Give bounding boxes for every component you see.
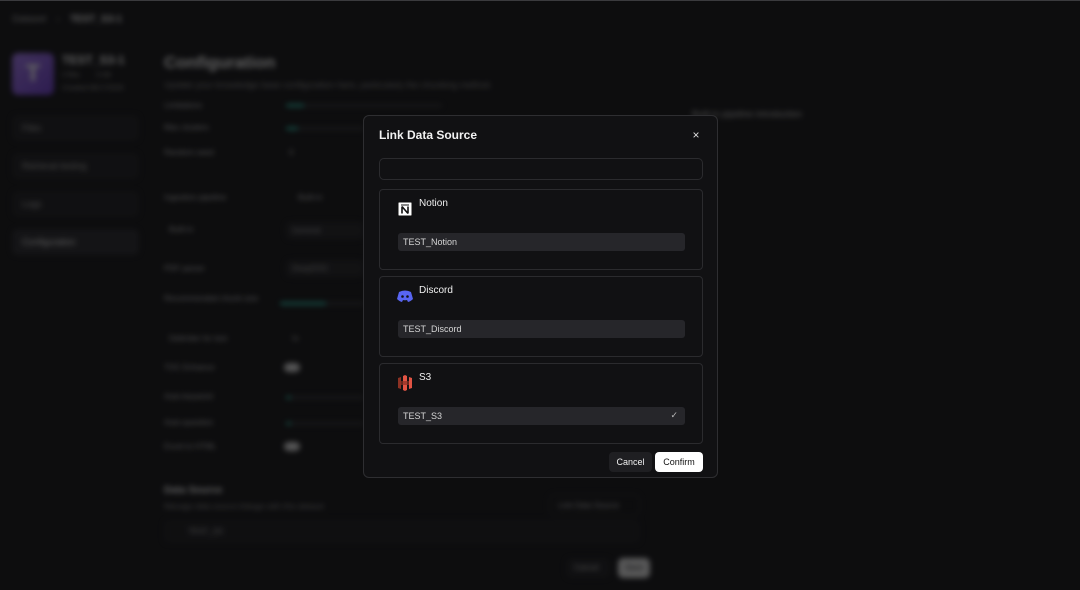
source-name-discord: Discord	[419, 285, 453, 296]
source-value-s3-text: TEST_S3	[403, 411, 443, 421]
search-input[interactable]	[379, 158, 703, 180]
source-name-notion: Notion	[419, 198, 448, 209]
source-value-s3[interactable]: TEST_S3 ✓	[398, 407, 685, 425]
source-name-s3: S3	[419, 372, 432, 383]
link-data-source-dialog: Link Data Source × Notion TEST_Notion Di…	[363, 115, 718, 478]
cancel-button[interactable]: Cancel	[609, 452, 652, 472]
discord-icon	[396, 287, 414, 305]
source-card-s3[interactable]: S3 TEST_S3 ✓	[379, 363, 703, 444]
source-card-discord[interactable]: Discord TEST_Discord	[379, 276, 703, 357]
close-icon[interactable]: ×	[689, 128, 703, 142]
notion-icon	[396, 200, 414, 218]
source-card-notion[interactable]: Notion TEST_Notion	[379, 189, 703, 270]
check-icon: ✓	[670, 410, 678, 420]
s3-icon	[396, 374, 414, 392]
app-page: Dataset › TEST_S3-1 T TEST_S3-1 0 files …	[0, 0, 1080, 590]
confirm-button[interactable]: Confirm	[655, 452, 703, 472]
source-value-discord[interactable]: TEST_Discord	[398, 320, 685, 338]
source-value-notion[interactable]: TEST_Notion	[398, 233, 685, 251]
dialog-title: Link Data Source	[379, 128, 478, 142]
